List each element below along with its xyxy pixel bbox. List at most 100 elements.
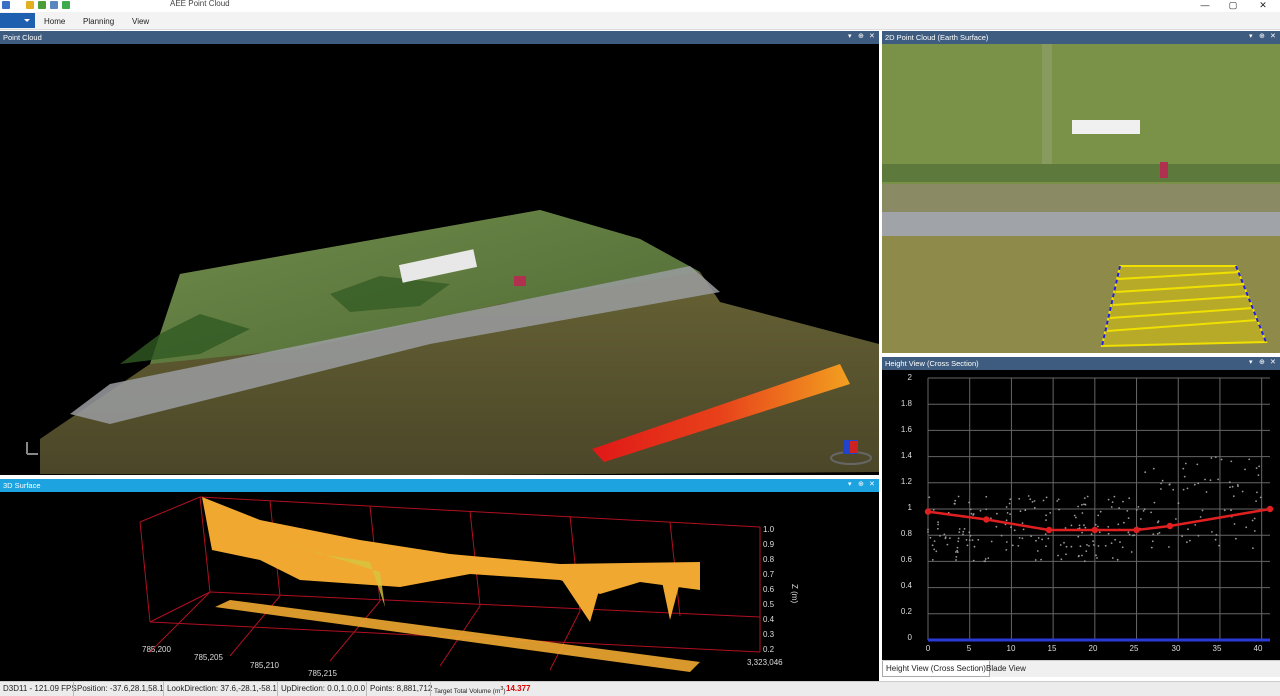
cloud-point <box>985 495 988 498</box>
cloud-point <box>1252 547 1254 549</box>
height-view-panel[interactable]: Height View (Cross Section) ▾ ⊕ ✕ 2 1.8 … <box>882 357 1280 660</box>
cloud-point <box>1186 487 1189 490</box>
cloud-point <box>1130 551 1133 553</box>
cloud-point <box>955 559 957 561</box>
x-tick: 785,205 <box>194 653 223 662</box>
cloud-point <box>956 551 959 553</box>
point-cloud-2d-panel[interactable]: 2D Point Cloud (Earth Surface) ▾ ⊕ ✕ <box>882 31 1280 353</box>
cloud-point <box>1045 514 1047 517</box>
cloud-point <box>1111 557 1114 559</box>
cloud-point <box>1008 502 1011 505</box>
surface-3d-header: 3D Surface ▾ ⊕ ✕ <box>0 479 879 492</box>
cloud-point <box>1078 554 1080 557</box>
cloud-point <box>1161 479 1164 482</box>
cloud-point <box>1114 538 1116 541</box>
cloud-point <box>969 508 972 511</box>
cloud-point <box>1128 533 1131 536</box>
open-folder-icon[interactable] <box>26 1 34 9</box>
cloud-point <box>1019 510 1022 513</box>
panel-close-icon[interactable]: ✕ <box>869 479 875 490</box>
cloud-point <box>1060 558 1063 561</box>
cloud-point <box>1095 554 1097 557</box>
cloud-point <box>1126 510 1129 512</box>
panel-dropdown-icon[interactable]: ▾ <box>1249 31 1253 42</box>
cloud-point <box>1037 537 1040 539</box>
tab-blade-view[interactable]: Blade View <box>983 661 1029 677</box>
earth-surface-viewport[interactable] <box>882 44 1280 353</box>
cloud-point <box>933 540 936 542</box>
tab-height-view[interactable]: Height View (Cross Section) <box>882 661 990 677</box>
cloud-point <box>1121 546 1124 549</box>
cloud-point <box>937 521 939 523</box>
cloud-point <box>937 523 939 526</box>
pin-icon[interactable]: ⊕ <box>1259 31 1265 42</box>
minimize-button[interactable]: — <box>1198 0 1212 10</box>
cloud-point <box>954 499 957 502</box>
cloud-point <box>969 534 972 537</box>
cloud-point <box>966 544 969 547</box>
panel-close-icon[interactable]: ✕ <box>1270 31 1276 42</box>
cloud-point <box>1215 534 1218 536</box>
cloud-point <box>932 509 935 511</box>
profile-point <box>1166 522 1174 530</box>
point-cloud-2d-header: 2D Point Cloud (Earth Surface) ▾ ⊕ ✕ <box>882 31 1280 44</box>
panel-dropdown-icon[interactable]: ▾ <box>848 31 852 42</box>
x-tick: 25 <box>1129 644 1139 653</box>
cloud-point <box>1140 518 1142 520</box>
cloud-point <box>1248 458 1251 461</box>
cloud-point <box>968 531 971 534</box>
height-view-chart[interactable] <box>882 357 1280 660</box>
surface-3d-panel[interactable]: 3D Surface ▾ ⊕ ✕ 1.0 0.9 0.8 0.7 0.6 0.5… <box>0 479 879 681</box>
cloud-point <box>965 539 968 541</box>
cloud-point <box>1218 544 1220 547</box>
profile-point <box>1045 526 1053 534</box>
cloud-point <box>931 544 934 547</box>
cloud-point <box>1110 506 1113 508</box>
pin-icon[interactable]: ⊕ <box>858 31 864 42</box>
tab-home[interactable]: Home <box>44 17 65 26</box>
cloud-point <box>1041 538 1043 541</box>
panel-dropdown-icon[interactable]: ▾ <box>848 479 852 490</box>
close-button[interactable]: ✕ <box>1256 0 1270 10</box>
file-menu-button[interactable] <box>0 13 35 28</box>
cloud-point <box>1144 471 1147 474</box>
tools-icon[interactable] <box>38 1 46 9</box>
cloud-point <box>995 525 998 528</box>
cloud-point <box>1153 501 1156 504</box>
profile-point <box>983 516 990 523</box>
cloud-point <box>1205 491 1208 493</box>
surface-3d-viewport[interactable]: 1.0 0.9 0.8 0.7 0.6 0.5 0.4 0.3 0.2 Z (m… <box>0 492 879 681</box>
cloud-point <box>984 558 987 560</box>
point-cloud-panel[interactable]: Point Cloud ▾ ⊕ ✕ <box>0 31 879 475</box>
cloud-point <box>1099 510 1102 513</box>
export-icon[interactable] <box>62 1 70 9</box>
x-tick: 785,200 <box>142 645 171 654</box>
cloud-point <box>1096 557 1098 559</box>
pin-icon[interactable]: ⊕ <box>858 479 864 490</box>
cloud-point <box>1255 467 1258 469</box>
cloud-point <box>1158 531 1161 534</box>
cloud-point <box>1021 522 1024 524</box>
cloud-point <box>955 551 957 553</box>
cloud-point <box>955 556 958 558</box>
cloud-point <box>1024 509 1027 512</box>
tab-planning[interactable]: Planning <box>83 17 114 26</box>
status-renderer: D3D11 - 121.09 FPS <box>3 684 77 693</box>
cloud-point <box>1097 525 1099 528</box>
cloud-point <box>1197 482 1200 485</box>
cloud-point <box>1160 482 1162 485</box>
cloud-point <box>1214 456 1217 458</box>
tab-view[interactable]: View <box>132 17 149 26</box>
panel-close-icon[interactable]: ✕ <box>869 31 875 42</box>
cloud-point <box>958 531 961 533</box>
maximize-button[interactable]: ▢ <box>1226 0 1240 10</box>
cloud-point <box>971 539 974 541</box>
cloud-point <box>1152 467 1155 470</box>
point-cloud-viewport[interactable] <box>0 44 879 475</box>
save-icon[interactable] <box>50 1 58 9</box>
selection-rectangle[interactable] <box>1100 265 1268 348</box>
cloud-point <box>1045 545 1047 548</box>
cloud-point <box>1044 533 1047 535</box>
cloud-point <box>1079 545 1082 548</box>
quick-access-toolbar <box>0 0 70 10</box>
